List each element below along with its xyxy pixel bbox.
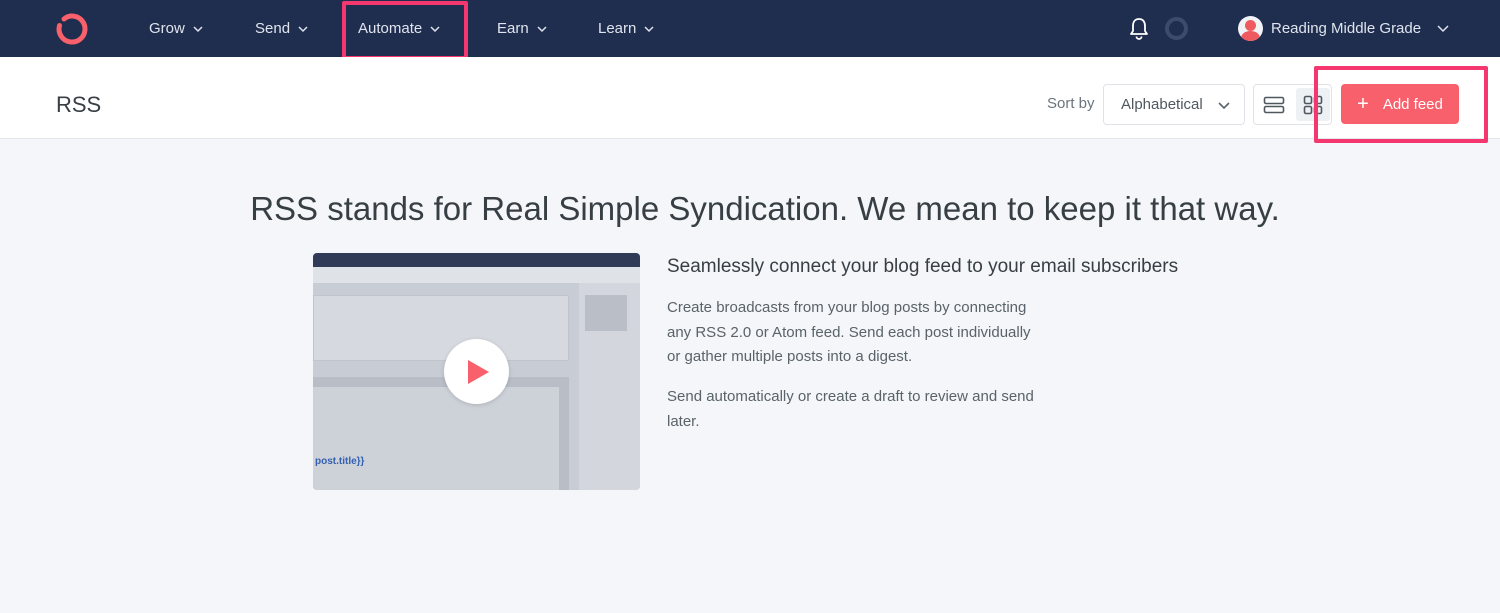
account-name[interactable]: Reading Middle Grade (1271, 0, 1421, 57)
video-thumbnail-card (585, 295, 627, 331)
hero-heading: RSS stands for Real Simple Syndication. … (250, 190, 1280, 227)
grid-view-icon (1303, 95, 1323, 114)
info-title: Seamlessly connect your blog feed to you… (667, 256, 1179, 277)
chevron-down-icon[interactable] (1437, 23, 1449, 33)
add-feed-button[interactable]: + Add feed (1341, 84, 1459, 124)
video-thumbnail-editor (313, 387, 559, 490)
info-paragraph: Send automatically or create a draft to … (667, 388, 1034, 430)
chevron-down-icon (298, 25, 308, 32)
chevron-down-icon (430, 25, 440, 32)
sort-label: Sort by (1047, 95, 1095, 112)
chevron-down-icon (1218, 102, 1230, 110)
avatar-head (1245, 20, 1256, 31)
add-feed-label: Add feed (1382, 95, 1443, 113)
bell-icon[interactable] (1128, 16, 1150, 40)
chevron-down-icon (644, 25, 654, 32)
info-paragraph: Create broadcasts from your blog posts b… (667, 299, 1031, 365)
nav-automate-label: Automate (358, 20, 423, 37)
top-navbar: Grow Send Automate Earn Learn Reading Mi… (0, 0, 1500, 57)
plus-icon: + (1357, 93, 1369, 115)
avatar[interactable] (1238, 16, 1263, 41)
nav-grow-label: Grow (149, 20, 185, 37)
video-thumbnail-panel (313, 295, 569, 361)
video-thumbnail-text: post.title}} (315, 456, 365, 467)
play-icon (468, 360, 489, 384)
logo-icon[interactable] (54, 11, 90, 47)
sort-select-value: Alphabetical (1121, 96, 1203, 113)
view-toggle (1253, 84, 1332, 125)
page-title: RSS (56, 92, 102, 117)
chevron-down-icon (537, 25, 547, 32)
nav-learn-label: Learn (598, 20, 637, 37)
play-button[interactable] (444, 339, 509, 404)
nav-send[interactable]: Send (255, 0, 308, 57)
nav-send-label: Send (255, 20, 291, 37)
nav-earn[interactable]: Earn (497, 0, 547, 57)
sort-select[interactable]: Alphabetical (1103, 84, 1245, 125)
avatar-body (1241, 31, 1260, 41)
nav-automate[interactable]: Automate (358, 0, 440, 57)
nav-learn[interactable]: Learn (598, 0, 654, 57)
grid-view-button[interactable] (1296, 88, 1330, 121)
chevron-down-icon (193, 25, 203, 32)
video-thumbnail-navbar (313, 253, 640, 267)
page-header: RSS Sort by Alphabetical + Add feed (0, 57, 1500, 139)
list-view-icon (1263, 96, 1285, 113)
nav-earn-label: Earn (497, 20, 529, 37)
loading-ring-icon (1165, 17, 1188, 40)
nav-grow[interactable]: Grow (149, 0, 203, 57)
list-view-button[interactable] (1254, 85, 1294, 124)
video-thumbnail-subbar (313, 267, 640, 283)
